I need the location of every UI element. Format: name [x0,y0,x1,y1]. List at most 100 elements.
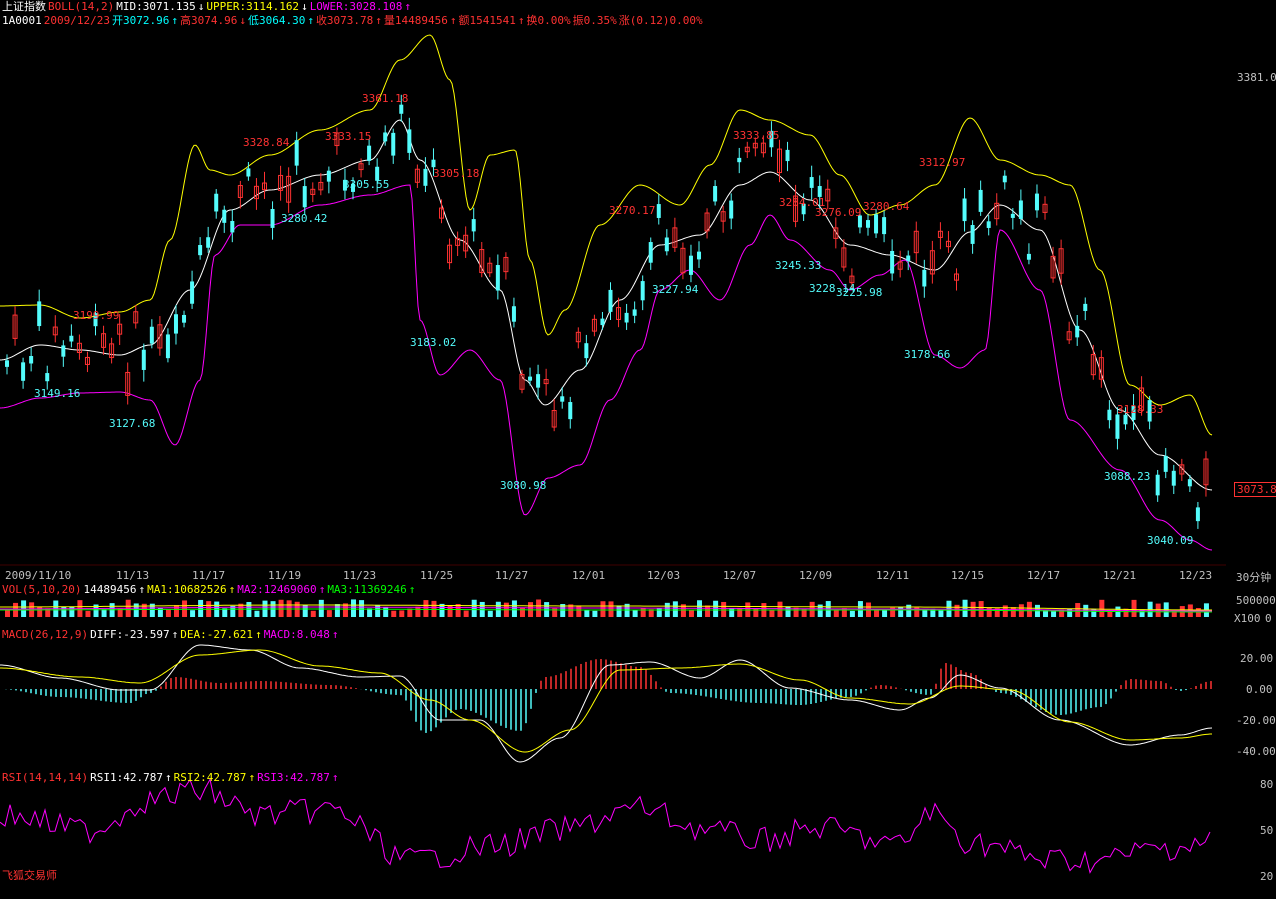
quote-amplitude: 振0.35% [572,14,617,27]
date-tick: 12/21 [1103,569,1137,582]
volume-bar [326,610,332,617]
extreme-price-label: 3328.84 [243,136,290,149]
candle-body [536,374,541,388]
extreme-price-label: 3333.15 [325,130,372,143]
volume-bar [1002,605,1008,617]
candle-body [423,168,428,186]
vol-axis-zero: 0 [1265,612,1272,625]
candle-body [383,132,388,142]
volume-bar [238,603,244,617]
quote-open: 开3072.96 [111,14,170,27]
date-tick: 12/07 [723,569,757,582]
vol-ma1: MA1:10682526 [147,583,227,596]
extreme-price-label: 3333.85 [733,129,780,142]
volume-bar [351,599,357,617]
candle-body [69,335,74,342]
rsi-label: RSI(14,14,14) [2,771,89,784]
candle-body [865,220,870,228]
candle-body [688,255,693,275]
volume-bar [640,608,646,617]
volume-bar [777,601,783,617]
candle-body [37,301,42,327]
volume-bar [737,607,743,617]
extreme-price-label: 3040.09 [1147,534,1194,547]
date-tick: 11/25 [420,569,454,582]
volume-bar [1099,599,1105,617]
date-tick: 12/09 [799,569,833,582]
volume-bar [576,605,582,617]
candle-body [906,255,911,261]
macd-axis-20: 20.00 [1240,652,1274,665]
volume-bar [592,610,598,617]
candle-body [45,373,50,382]
candle-body [190,281,195,304]
volume-bar [632,610,638,617]
macd-diff: DIFF:-23.597 [90,628,170,641]
rsi-3: RSI3:42.787 [257,771,330,784]
extreme-price-label: 3080.98 [500,479,547,492]
rsi-2: RSI2:42.787 [173,771,247,784]
quote-amount: 额1541541 [458,14,516,27]
volume-bar [5,609,10,617]
date-tick: 12/01 [572,569,606,582]
candle-body [1010,213,1015,218]
extreme-price-label: 3305.55 [343,178,390,191]
volume-bar [769,609,775,617]
vol-ma2: MA2:12469060 [237,583,317,596]
vol-value: 14489456 [83,583,137,596]
volume-bar [101,609,107,617]
volume-bar [1010,607,1016,617]
candle-body [697,251,702,260]
candle-body [1075,325,1080,338]
candle-body [632,309,637,316]
candle-body [978,189,983,212]
price-axis-top: 3381.0 [1237,71,1276,84]
volume-bar [616,605,622,617]
candle-body [608,289,613,312]
volume-bar [713,600,719,617]
boll-upper: UPPER:3114.162 [206,0,300,13]
date-tick: 11/13 [116,569,150,582]
boll-lower: LOWER:3028.108 [309,0,403,13]
candle-body [729,200,734,219]
candle-body [141,349,146,370]
volume-bar [519,607,525,617]
quote-close: 收3073.78 [315,14,374,27]
candle-body [648,242,653,263]
candle-body [1018,200,1023,219]
volume-bar [334,604,340,617]
rsi-1: RSI1:42.787 [90,771,163,784]
candle-body [1163,455,1168,472]
rsi-axis-50: 50 [1260,824,1274,837]
rsi-header: RSI(14,14,14) RSI1:42.787 ↑ RSI2:42.787 ↑ RSI… [2,771,339,784]
candle-body [246,168,251,177]
quote-date: 2009/12/23 [43,14,110,27]
period-label[interactable]: 30分钟 [1236,569,1271,585]
macd-axis-neg20: -20.00 [1236,714,1276,727]
candle-body [584,343,589,359]
extreme-price-label: 3183.02 [410,336,457,349]
date-tick: 12/23 [1179,569,1213,582]
candle-body [1171,470,1176,486]
price-chart[interactable] [0,0,1276,899]
volume-bar [833,609,839,617]
candle-body [970,225,975,244]
current-price-marker: 3073.8 [1234,482,1276,497]
date-tick: 11/19 [268,569,302,582]
volume-bar [1195,608,1201,617]
date-tick: 11/17 [192,569,226,582]
volume-bar [173,605,179,617]
candle-body [1107,409,1112,421]
candle-body [230,221,235,233]
candle-body [962,198,967,222]
volume-bar [254,610,260,617]
volume-bar [85,610,91,617]
quote-change: 涨(0.12)0.00% [618,14,703,27]
candle-body [391,132,396,156]
volume-bar [841,608,847,617]
extreme-price-label: 3227.94 [652,283,699,296]
extreme-price-label: 3276.09 [815,206,862,219]
candle-body [367,145,372,161]
vol-label: VOL(5,10,20) [2,583,82,596]
extreme-price-label: 3361.18 [362,92,409,105]
